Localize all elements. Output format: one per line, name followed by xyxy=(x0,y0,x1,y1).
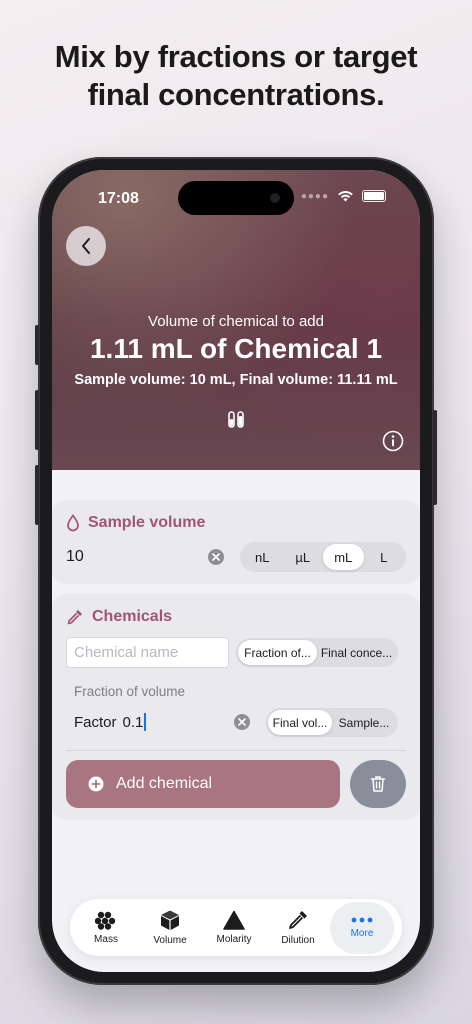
atoms-icon xyxy=(95,911,116,930)
phone-side-button xyxy=(35,390,39,450)
tab-dilution-label: Dilution xyxy=(281,935,315,946)
tab-volume[interactable]: Volume xyxy=(138,902,202,954)
triangle-icon xyxy=(223,910,245,930)
marketing-headline: Mix by fractions or target final concent… xyxy=(0,38,472,114)
mode-option-final-concentration[interactable]: Final conce... xyxy=(317,640,396,665)
basis-option-final-volume[interactable]: Final vol... xyxy=(268,710,332,735)
clear-icon xyxy=(212,553,220,561)
headline-line-2: final concentrations. xyxy=(87,77,385,112)
dropper-icon xyxy=(67,610,82,625)
tab-mass[interactable]: Mass xyxy=(74,902,138,954)
droplet-icon xyxy=(67,514,79,532)
add-chemical-button[interactable]: Add chemical xyxy=(66,760,340,808)
status-time: 17:08 xyxy=(98,190,139,207)
basis-option-sample[interactable]: Sample... xyxy=(332,710,396,735)
back-button[interactable] xyxy=(66,226,106,266)
info-icon[interactable] xyxy=(382,430,404,452)
factor-input[interactable]: Factor 0.1 xyxy=(74,713,146,731)
tab-molarity-label: Molarity xyxy=(216,934,252,945)
app-screen: 17:08 ●●●● Volume of chemical to add 1.1… xyxy=(52,170,420,972)
tab-molarity[interactable]: Molarity xyxy=(202,902,266,954)
clear-icon xyxy=(238,718,246,726)
tab-more[interactable]: More xyxy=(330,901,394,954)
unit-option-ml[interactable]: mL xyxy=(323,544,364,570)
sample-volume-header: Sample volume xyxy=(66,514,205,532)
chevron-left-icon xyxy=(82,238,90,254)
unit-option-ul[interactable]: µL xyxy=(283,544,324,570)
headline-line-1: Mix by fractions or target xyxy=(54,39,418,74)
phone-side-button xyxy=(35,465,39,525)
tab-more-label: More xyxy=(350,928,374,939)
clear-factor-button[interactable] xyxy=(234,714,250,730)
add-chemical-label: Add chemical xyxy=(116,775,213,792)
trash-icon xyxy=(370,776,386,792)
sample-volume-title: Sample volume xyxy=(88,514,206,531)
delete-button[interactable] xyxy=(350,760,406,808)
signal-icon: ●●●● xyxy=(300,190,329,202)
unit-option-nl[interactable]: nL xyxy=(242,544,283,570)
chemicals-header: Chemicals xyxy=(66,608,172,626)
tab-volume-label: Volume xyxy=(153,935,187,946)
dynamic-island xyxy=(178,181,294,215)
result-header: 17:08 ●●●● Volume of chemical to add 1.1… xyxy=(52,170,420,470)
dropper-icon xyxy=(289,911,307,929)
tab-dilution[interactable]: Dilution xyxy=(266,902,330,954)
unit-option-l[interactable]: L xyxy=(364,544,405,570)
plus-circle-icon xyxy=(88,776,104,792)
result-label: Volume of chemical to add xyxy=(148,313,324,330)
clear-sample-volume-button[interactable] xyxy=(208,549,224,565)
factor-label: Factor xyxy=(74,713,117,731)
fraction-of-volume-label: Fraction of volume xyxy=(74,684,186,699)
tab-mass-label: Mass xyxy=(94,934,118,945)
result-value: 1.11 mL of Chemical 1 xyxy=(89,333,383,364)
chemicals-title: Chemicals xyxy=(92,608,173,625)
test-tubes-icon xyxy=(228,411,244,428)
factor-value: 0.1 xyxy=(122,713,144,731)
unit-segmented-control: nL µL mL L xyxy=(240,542,406,572)
ellipsis-icon xyxy=(351,917,373,923)
wifi-icon xyxy=(338,191,353,202)
sample-volume-card: Sample volume 10 nL µL mL L xyxy=(52,500,420,584)
cube-icon xyxy=(161,910,179,930)
camera-icon xyxy=(270,193,280,203)
phone-side-button xyxy=(35,325,39,365)
phone-side-button xyxy=(433,410,437,505)
result-subtitle: Sample volume: 10 mL, Final volume: 11.1… xyxy=(74,372,398,388)
battery-icon xyxy=(362,190,386,202)
tab-bar: Mass Volume Molarity Dilution More xyxy=(70,899,402,956)
mode-option-fraction[interactable]: Fraction of... xyxy=(238,640,317,665)
divider xyxy=(66,750,406,751)
sample-volume-input[interactable]: 10 xyxy=(66,548,84,566)
mode-segmented-control: Fraction of... Final conce... xyxy=(236,638,398,667)
chemical-name-input[interactable]: Chemical name xyxy=(66,637,229,668)
basis-segmented-control: Final vol... Sample... xyxy=(266,708,398,737)
text-cursor xyxy=(144,713,146,731)
status-icons: ●●●● xyxy=(301,190,386,202)
